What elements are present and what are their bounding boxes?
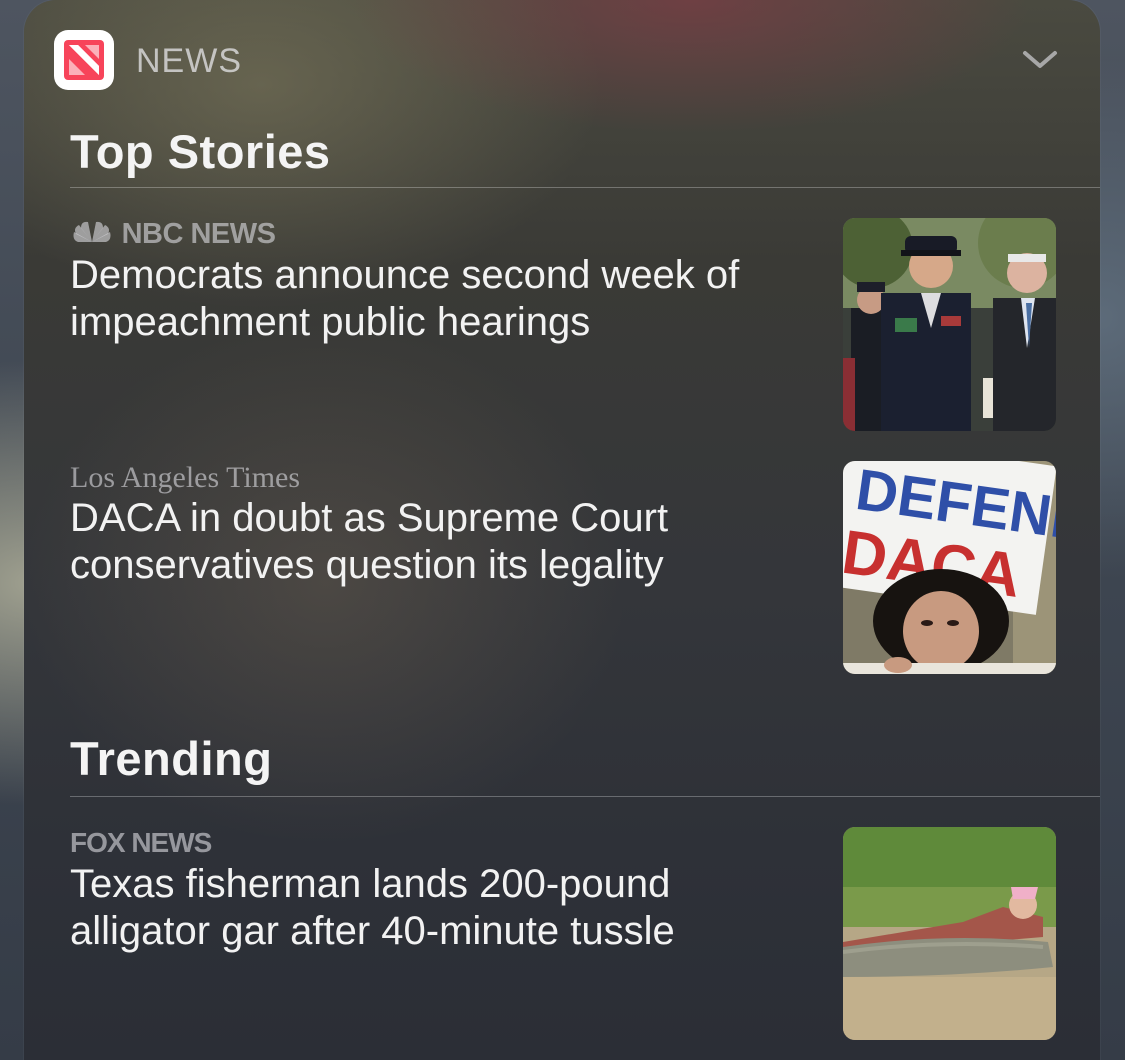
apple-news-icon[interactable] [54,30,114,90]
app-name: NEWS [136,42,242,80]
story-headline: DACA in doubt as Supreme Court conservat… [70,496,669,587]
story-source: Los Angeles Times [70,461,301,494]
story-thumbnail: DEFEND DACA [843,461,1056,674]
widget-header: NEWS [54,30,1070,90]
chevron-down-icon[interactable] [1020,44,1060,74]
story-source: FOX NEWS [70,827,212,858]
section-divider [70,796,1100,797]
story-thumbnail [843,827,1056,1040]
story-headline: Texas fisherman lands 200-pound alligato… [70,862,675,953]
story-thumbnail [843,218,1056,431]
story-source: NBC NEWS [70,218,276,251]
section-title-trending: Trending [70,732,273,785]
section-title-top-stories: Top Stories [70,125,331,178]
story-headline: Democrats announce second week of impeac… [70,253,740,344]
section-divider [70,187,1100,188]
nbc-peacock-icon [70,220,114,246]
news-widget[interactable]: NEWS Top Stories NBC NEWS Democrats anno… [24,0,1100,1060]
